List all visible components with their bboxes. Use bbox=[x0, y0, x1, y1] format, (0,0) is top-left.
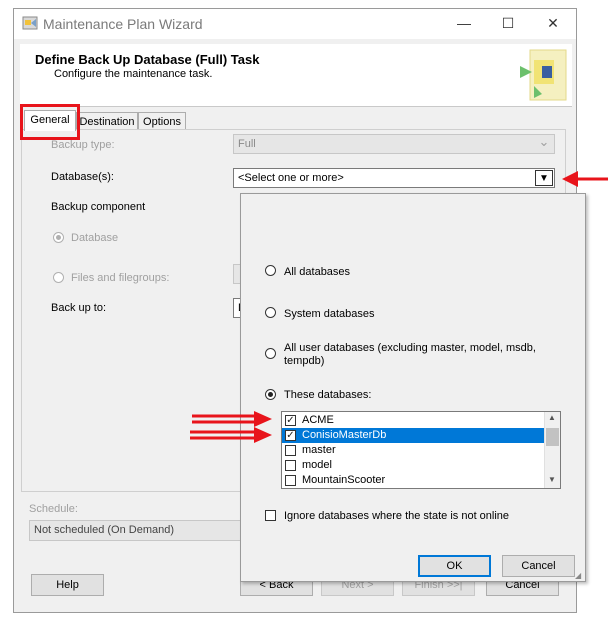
back-up-to-label: Back up to: bbox=[51, 302, 107, 314]
system-databases-radio[interactable] bbox=[265, 307, 276, 318]
component-database-radio[interactable] bbox=[53, 232, 64, 243]
database-name: ConisioMasterDb bbox=[302, 429, 387, 441]
all-databases-radio[interactable] bbox=[265, 265, 276, 276]
list-scrollbar[interactable]: ▲ ▼ bbox=[544, 412, 560, 488]
help-button[interactable]: Help bbox=[31, 574, 104, 596]
list-item-master[interactable]: master bbox=[282, 443, 544, 458]
system-databases-label: System databases bbox=[284, 308, 375, 320]
these-databases-label: These databases: bbox=[284, 389, 372, 401]
database-name: master bbox=[302, 444, 336, 456]
scroll-up-icon[interactable]: ▲ bbox=[548, 413, 556, 422]
backup-type-value: Full bbox=[238, 138, 256, 150]
list-item-conisiomasterdb[interactable]: ✓ ConisioMasterDb bbox=[282, 428, 544, 443]
all-databases-label: All databases bbox=[284, 266, 351, 278]
dropdown-arrow-icon[interactable]: ▼ bbox=[535, 170, 553, 186]
app-icon bbox=[22, 15, 38, 31]
user-databases-radio[interactable] bbox=[265, 348, 276, 359]
databases-label: Database(s): bbox=[51, 171, 114, 183]
chevron-down-icon: ⌄ bbox=[538, 134, 550, 149]
mountainscooter-checkbox[interactable] bbox=[285, 475, 296, 486]
master-checkbox[interactable] bbox=[285, 445, 296, 456]
popup-ok-button[interactable]: OK bbox=[418, 555, 491, 577]
list-item-model[interactable]: model bbox=[282, 458, 544, 473]
database-name: ACME bbox=[302, 414, 334, 426]
component-files-label: Files and filegroups: bbox=[71, 272, 170, 284]
schedule-value: Not scheduled (On Demand) bbox=[34, 524, 175, 536]
list-item-acme[interactable]: ✓ ACME bbox=[282, 413, 544, 428]
backup-type-label: Backup type: bbox=[51, 139, 115, 151]
component-files-radio[interactable] bbox=[53, 272, 64, 283]
schedule-field[interactable]: Not scheduled (On Demand) bbox=[29, 520, 241, 541]
component-database-label: Database bbox=[71, 232, 119, 244]
page-title: Define Back Up Database (Full) Task bbox=[35, 52, 260, 67]
tab-destination[interactable]: Destination bbox=[76, 112, 138, 130]
window-title: Maintenance Plan Wizard bbox=[43, 16, 203, 32]
databases-value: <Select one or more> bbox=[238, 172, 344, 184]
backup-component-label: Backup component bbox=[51, 201, 146, 213]
ignore-offline-label: Ignore databases where the state is not … bbox=[284, 510, 510, 522]
minimize-icon[interactable]: — bbox=[454, 14, 474, 34]
these-databases-radio[interactable] bbox=[265, 389, 276, 400]
resize-grip-icon[interactable]: ◢ bbox=[575, 571, 581, 580]
database-list[interactable]: ✓ ACME ✓ ConisioMasterDb master model Mo… bbox=[281, 411, 561, 489]
arrow-right-icon bbox=[190, 427, 272, 443]
arrow-left-icon bbox=[562, 171, 608, 187]
database-name: model bbox=[302, 459, 332, 471]
model-checkbox[interactable] bbox=[285, 460, 296, 471]
scroll-thumb[interactable] bbox=[546, 428, 559, 446]
scroll-down-icon[interactable]: ▼ bbox=[548, 475, 556, 484]
close-icon[interactable]: ✕ bbox=[543, 14, 563, 34]
page-subtitle: Configure the maintenance task. bbox=[54, 68, 213, 80]
conisiomasterdb-checkbox[interactable]: ✓ bbox=[285, 430, 296, 441]
database-name: MountainScooter bbox=[302, 474, 386, 486]
maximize-icon[interactable]: ☐ bbox=[498, 14, 518, 34]
wizard-graphic-icon bbox=[512, 46, 570, 104]
databases-select[interactable]: <Select one or more> ▼ bbox=[233, 168, 555, 188]
backup-type-select[interactable]: Full ⌄ bbox=[233, 134, 555, 154]
user-databases-label: All user databases (excluding master, mo… bbox=[284, 342, 536, 367]
tab-options[interactable]: Options bbox=[138, 112, 186, 130]
popup-cancel-button[interactable]: Cancel bbox=[502, 555, 575, 577]
list-item-mountainscooter[interactable]: MountainScooter bbox=[282, 473, 544, 488]
general-tab-highlight bbox=[20, 104, 80, 140]
acme-checkbox[interactable]: ✓ bbox=[285, 415, 296, 426]
ignore-offline-checkbox[interactable] bbox=[265, 510, 276, 521]
schedule-label: Schedule: bbox=[29, 503, 78, 515]
database-selection-popup bbox=[240, 193, 586, 582]
